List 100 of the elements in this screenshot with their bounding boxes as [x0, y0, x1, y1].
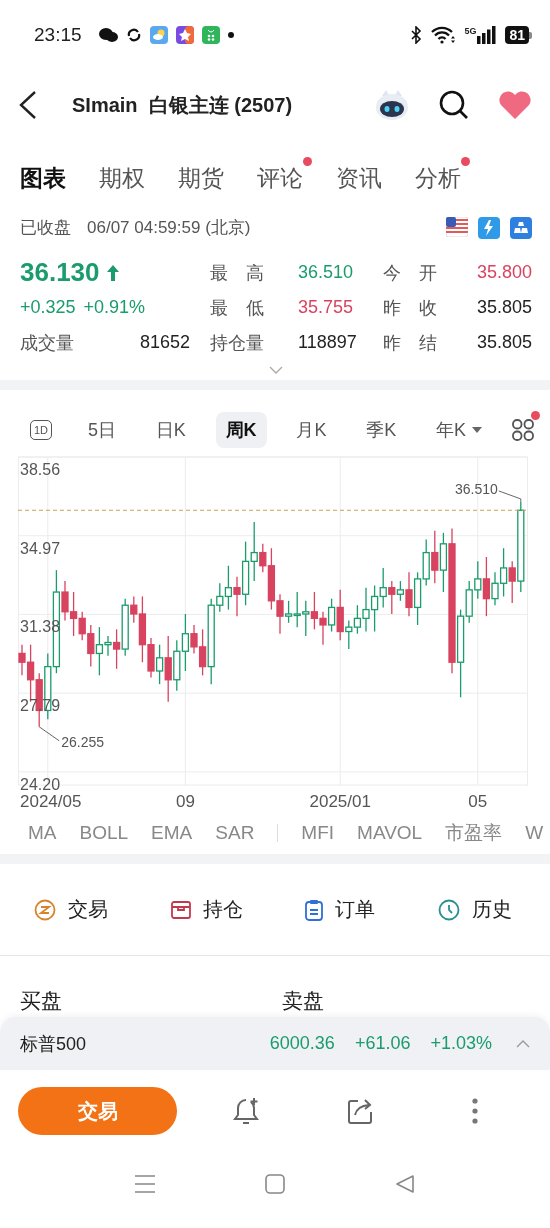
- period-tab[interactable]: 季K: [356, 412, 407, 448]
- notification-dot: [530, 411, 540, 420]
- tab[interactable]: 分析: [415, 162, 461, 194]
- heart-icon[interactable]: [498, 90, 532, 120]
- period-tab[interactable]: 年K: [426, 412, 493, 448]
- shopping-app-icon: [201, 26, 220, 44]
- stat-label: 持仓量: [210, 331, 264, 355]
- quote-time: 06/07 04:59:59 (北京): [87, 217, 251, 239]
- network-label: 5G: [464, 26, 477, 36]
- indicator-tab[interactable]: W: [525, 822, 544, 844]
- weather-app-icon: [149, 26, 168, 44]
- dropdown-caret-icon: [472, 427, 483, 433]
- back-button[interactable]: [18, 90, 38, 120]
- up-arrow-icon: [105, 263, 120, 282]
- stat-label: 昨 结: [383, 331, 437, 355]
- stat-value: 36.510: [298, 262, 354, 282]
- stat-label: 昨 收: [383, 296, 437, 320]
- bluetooth-icon: [410, 26, 423, 44]
- action-button[interactable]: 订单: [305, 896, 376, 923]
- clipboard-icon: [305, 898, 324, 921]
- clock-icon: [437, 898, 460, 921]
- period-tab[interactable]: 月K: [286, 412, 337, 448]
- menu-icon[interactable]: [135, 1175, 155, 1193]
- candle: [310, 591, 319, 630]
- axis-label: 38.56: [20, 461, 61, 478]
- indicator-tab[interactable]: BOLL: [79, 822, 129, 844]
- indicator-tab[interactable]: MAVOL: [357, 822, 423, 844]
- search-icon[interactable]: [438, 89, 470, 121]
- axis-label: 05: [468, 792, 488, 811]
- signal-icon: [477, 26, 498, 44]
- home-square-icon[interactable]: [265, 1174, 285, 1194]
- stat-label: 最 高: [210, 261, 264, 285]
- star-app-icon: [175, 26, 194, 44]
- tab[interactable]: 期货: [178, 162, 224, 194]
- exchange-icon: [34, 898, 56, 921]
- axis-label: 34.97: [20, 539, 61, 557]
- chat-bubbles-icon: [97, 27, 118, 43]
- low-annotation: 26.255: [61, 733, 105, 750]
- axis-label: 24.20: [20, 775, 61, 793]
- tab[interactable]: 评论: [257, 162, 303, 194]
- tab[interactable]: 期权: [99, 162, 145, 194]
- index-value: 6000.36: [269, 1033, 335, 1054]
- axis-label: 2024/05: [20, 792, 82, 811]
- ask-heading: 卖盘: [282, 988, 324, 1014]
- dot-icon: [227, 32, 234, 38]
- percent-change: +0.91%: [83, 297, 146, 318]
- index-percent: +1.03%: [430, 1033, 492, 1054]
- bid-heading: 买盘: [20, 988, 63, 1014]
- lightning-level-icon: [478, 216, 500, 239]
- tab[interactable]: 资讯: [336, 162, 382, 194]
- clock: 23:15: [34, 24, 82, 46]
- instrument-title: SImain 白银主连 (2507): [72, 92, 294, 118]
- action-button[interactable]: 交易: [34, 896, 108, 923]
- index-name: 标普500: [20, 1032, 88, 1056]
- wifi-icon: [430, 26, 457, 44]
- intraday-button[interactable]: 1D: [24, 416, 59, 444]
- add-alert-icon[interactable]: [232, 1096, 262, 1126]
- indicator-tab[interactable]: EMA: [151, 822, 193, 844]
- expand-chevron-icon[interactable]: [269, 366, 283, 374]
- market-status: 已收盘: [20, 217, 71, 239]
- ingots-icon: [510, 216, 532, 239]
- indicator-tab[interactable]: MA: [28, 822, 57, 844]
- indicator-tab[interactable]: SAR: [215, 822, 255, 844]
- stat-label: 最 低: [210, 296, 264, 320]
- axis-label: 09: [175, 792, 195, 811]
- grid-menu-icon[interactable]: [511, 419, 534, 441]
- index-change: +61.06: [354, 1033, 411, 1054]
- stat-value: 35.805: [476, 297, 532, 317]
- battery-level: 81: [505, 26, 529, 44]
- chevron-up-icon[interactable]: [516, 1039, 530, 1048]
- index-ticker-bar[interactable]: 标普500 6000.36 +61.06 +1.03%: [0, 1017, 550, 1070]
- period-tab[interactable]: 5日: [77, 412, 126, 448]
- swirl-icon: [125, 27, 142, 43]
- indicator-tab[interactable]: MFI: [301, 822, 335, 844]
- candle: [413, 571, 422, 626]
- stat-value: 35.755: [298, 297, 354, 317]
- stat-value: 118897: [298, 332, 357, 352]
- axis-label: 2025/01: [309, 792, 371, 811]
- flag-icon: [446, 216, 468, 237]
- stat-value: 81652: [139, 332, 190, 352]
- stat-value: 35.800: [476, 262, 532, 282]
- leader-line: [498, 490, 522, 503]
- high-annotation: 36.510: [454, 480, 498, 497]
- leader-line: [38, 726, 60, 742]
- share-icon[interactable]: [346, 1097, 374, 1125]
- last-price: 36.130: [20, 257, 100, 288]
- back-triangle-icon[interactable]: [395, 1174, 415, 1194]
- period-tab[interactable]: 日K: [145, 412, 196, 448]
- price-change: +0.325: [20, 297, 76, 318]
- stat-label: 成交量: [20, 331, 74, 355]
- stat-value: 35.805: [476, 332, 532, 352]
- period-tab[interactable]: 周K: [215, 412, 267, 448]
- box-icon: [170, 899, 191, 920]
- tab[interactable]: 图表: [20, 162, 66, 194]
- more-options-icon[interactable]: [472, 1098, 478, 1124]
- candle: [370, 584, 379, 633]
- action-button[interactable]: 历史: [437, 896, 512, 923]
- stat-label: 今 开: [383, 261, 437, 285]
- indicator-tab[interactable]: 市盈率: [445, 820, 503, 846]
- action-button[interactable]: 持仓: [170, 896, 243, 923]
